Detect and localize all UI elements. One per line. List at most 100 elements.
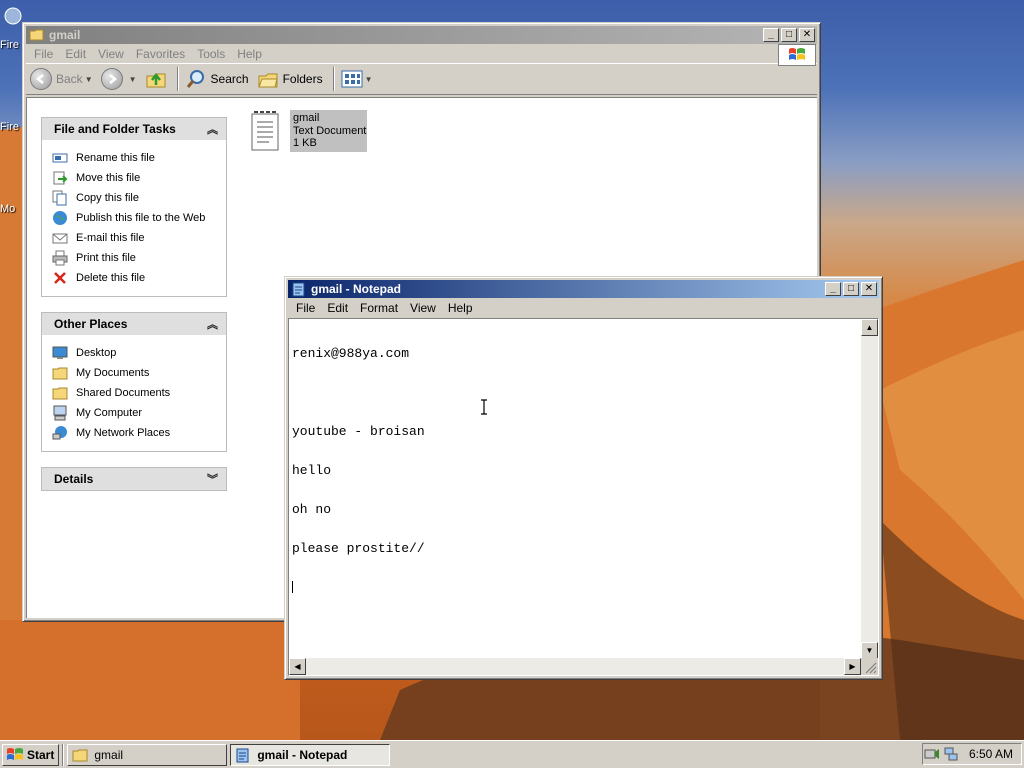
scroll-down-icon[interactable]: ▼ <box>861 642 878 659</box>
start-label: Start <box>27 747 55 762</box>
search-label: Search <box>210 72 249 86</box>
search-button[interactable]: Search <box>185 68 249 90</box>
menu-tools[interactable]: Tools <box>191 47 231 61</box>
back-arrow-icon <box>30 68 52 90</box>
desktop-icon-label-1[interactable]: Fire <box>0 39 19 51</box>
text-line: hello <box>292 463 332 478</box>
task-label: Move this file <box>76 172 141 184</box>
email-icon <box>52 233 68 244</box>
views-dropdown-icon[interactable]: ▼ <box>365 75 373 84</box>
scroll-right-icon[interactable]: ▶ <box>844 658 861 675</box>
text-line: oh no <box>292 502 332 517</box>
notepad-text-area[interactable]: renix@988ya.com youtube - broisan hello … <box>288 318 879 676</box>
close-button[interactable]: ✕ <box>799 28 815 42</box>
folders-label: Folders <box>282 72 323 86</box>
maximize-button[interactable]: □ <box>843 282 859 296</box>
vertical-scrollbar[interactable]: ▲ ▼ <box>861 319 878 659</box>
folder-icon <box>52 387 68 400</box>
resize-grip-icon[interactable] <box>861 658 878 675</box>
start-button[interactable]: Start <box>2 743 60 766</box>
forward-dropdown-icon[interactable]: ▼ <box>129 75 137 84</box>
other-places-header[interactable]: Other Places ︽ <box>42 313 226 335</box>
file-tasks-header[interactable]: File and Folder Tasks ︽ <box>42 118 226 140</box>
file-tasks-title: File and Folder Tasks <box>54 122 176 136</box>
desktop-icon-label-3[interactable]: Mo <box>0 203 15 215</box>
explorer-titlebar[interactable]: gmail _ □ ✕ <box>26 26 817 44</box>
views-button[interactable]: ▼ <box>341 70 373 88</box>
menu-favorites[interactable]: Favorites <box>130 47 191 61</box>
back-button[interactable]: Back ▼ <box>30 68 93 90</box>
up-button[interactable] <box>145 68 167 90</box>
horizontal-scrollbar[interactable]: ◀ ▶ <box>289 658 861 675</box>
task-label: Print this file <box>76 252 136 264</box>
task-label: gmail - Notepad <box>257 747 348 762</box>
file-name: gmail <box>293 112 320 124</box>
close-button[interactable]: ✕ <box>861 282 877 296</box>
menu-format[interactable]: Format <box>354 301 404 315</box>
desktop-icon-label-2[interactable]: Fire <box>0 121 19 133</box>
place-label: My Network Places <box>76 427 171 439</box>
notepad-titlebar[interactable]: gmail - Notepad _ □ ✕ <box>288 280 879 298</box>
menu-help[interactable]: Help <box>231 47 268 61</box>
other-places-panel: Other Places ︽ Desktop My Documents Shar… <box>41 312 227 452</box>
text-caret-line <box>292 581 425 594</box>
clock[interactable]: 6:50 AM <box>969 747 1013 761</box>
task-rename[interactable]: Rename this file <box>52 148 226 168</box>
notepad-title: gmail - Notepad <box>311 282 402 296</box>
place-shared-documents[interactable]: Shared Documents <box>52 383 226 403</box>
task-copy[interactable]: Copy this file <box>52 188 226 208</box>
scroll-up-icon[interactable]: ▲ <box>861 319 878 336</box>
task-label: gmail <box>94 747 124 762</box>
folder-icon <box>72 749 88 761</box>
minimize-button[interactable]: _ <box>825 282 841 296</box>
task-button-explorer[interactable]: gmail <box>67 743 228 766</box>
printer-icon <box>52 250 68 266</box>
task-email[interactable]: E-mail this file <box>52 228 226 248</box>
search-icon <box>186 70 204 88</box>
folders-button[interactable]: Folders <box>257 68 323 90</box>
collapse-icon[interactable]: ︽ <box>207 316 218 332</box>
safely-remove-hardware-icon[interactable] <box>923 746 941 762</box>
place-desktop[interactable]: Desktop <box>52 343 226 363</box>
forward-button[interactable]: ▼ <box>100 68 137 90</box>
place-my-documents[interactable]: My Documents <box>52 363 226 383</box>
collapse-icon[interactable]: ︽ <box>207 121 218 137</box>
menu-file[interactable]: File <box>28 47 59 61</box>
task-move[interactable]: Move this file <box>52 168 226 188</box>
task-publish[interactable]: Publish this file to the Web <box>52 208 226 228</box>
file-label: gmail Text Document 1 KB <box>290 110 368 152</box>
minimize-button[interactable]: _ <box>763 28 779 42</box>
forward-arrow-icon <box>100 68 123 90</box>
copy-icon <box>52 190 67 206</box>
menu-view[interactable]: View <box>404 301 442 315</box>
menu-help[interactable]: Help <box>442 301 479 315</box>
place-network[interactable]: My Network Places <box>52 423 226 443</box>
file-size: 1 KB <box>293 137 317 149</box>
back-dropdown-icon[interactable]: ▼ <box>85 75 93 84</box>
task-print[interactable]: Print this file <box>52 248 226 268</box>
task-delete[interactable]: Delete this file <box>52 268 226 288</box>
menu-edit[interactable]: Edit <box>59 47 92 61</box>
menu-edit[interactable]: Edit <box>321 301 354 315</box>
computer-icon <box>53 405 67 421</box>
task-button-notepad[interactable]: gmail - Notepad <box>230 743 391 766</box>
taskbar-separator <box>62 743 65 766</box>
toolbar-separator-2 <box>332 67 335 91</box>
folder-icon <box>29 29 44 41</box>
place-label: My Documents <box>76 367 150 379</box>
task-label: E-mail this file <box>76 232 145 244</box>
notepad-text[interactable]: renix@988ya.com youtube - broisan hello … <box>292 321 425 620</box>
rename-icon <box>52 153 68 163</box>
place-my-computer[interactable]: My Computer <box>52 403 226 423</box>
scroll-left-icon[interactable]: ◀ <box>289 658 306 675</box>
place-label: Desktop <box>76 347 117 359</box>
task-label: Rename this file <box>76 152 155 164</box>
network-status-icon[interactable] <box>943 746 959 762</box>
details-header[interactable]: Details ︾ <box>42 468 226 490</box>
task-label: Delete this file <box>76 272 146 284</box>
menu-view[interactable]: View <box>92 47 130 61</box>
maximize-button[interactable]: □ <box>781 28 797 42</box>
expand-icon[interactable]: ︾ <box>207 471 218 487</box>
file-item[interactable]: gmail Text Document 1 KB <box>250 110 368 152</box>
menu-file[interactable]: File <box>290 301 321 315</box>
